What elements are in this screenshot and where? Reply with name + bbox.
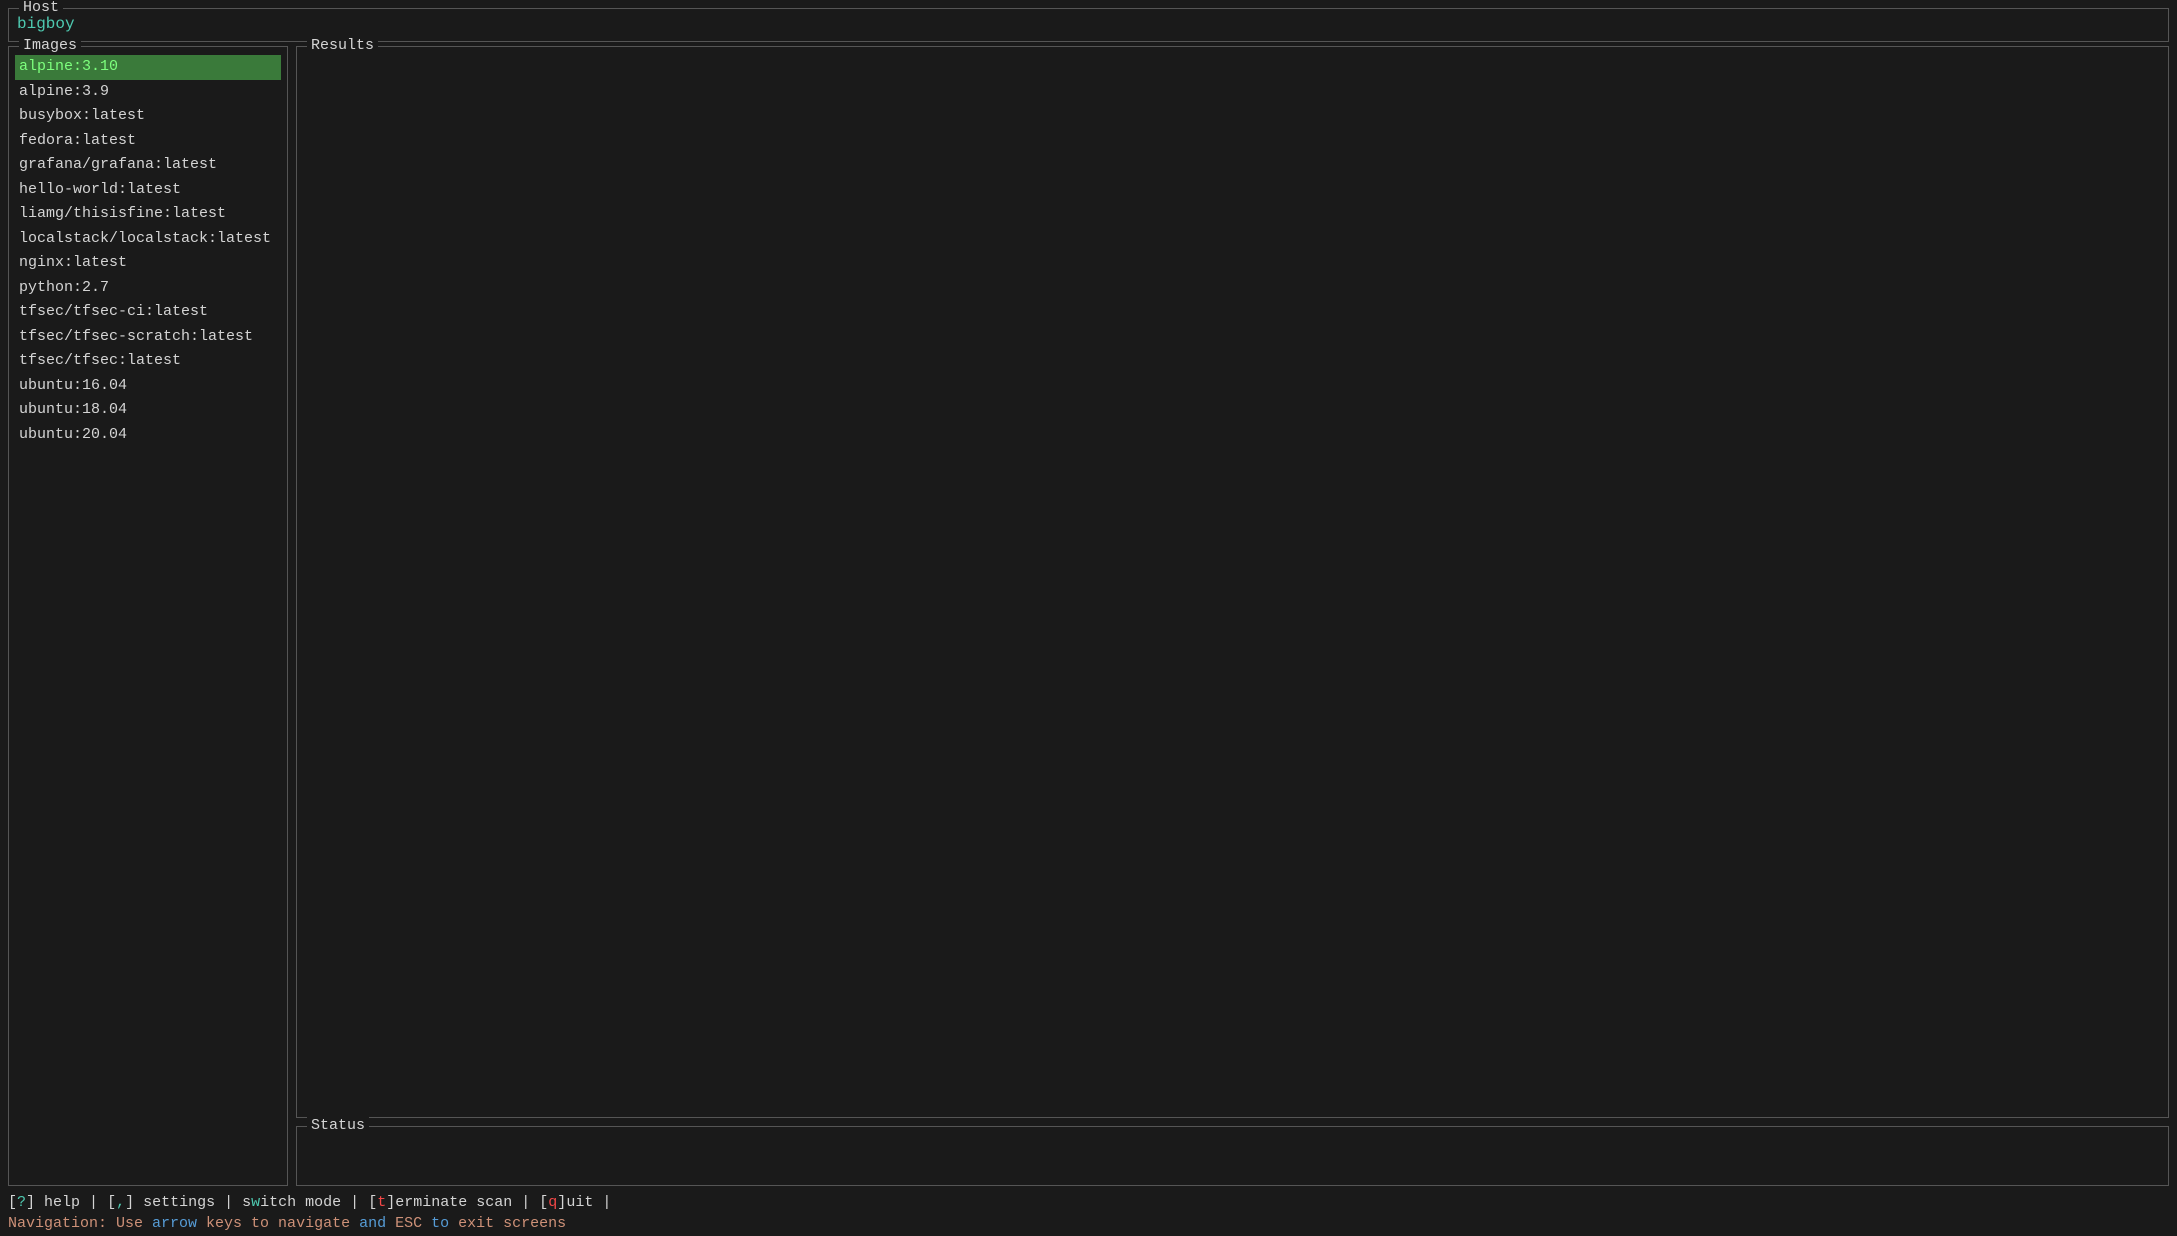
image-item[interactable]: python:2.7 <box>15 276 281 301</box>
bottom-bar: [?] help | [,] settings | switch mode | … <box>0 1186 2177 1236</box>
image-item[interactable]: alpine:3.9 <box>15 80 281 105</box>
terminate-label: erminate scan | <box>395 1194 539 1211</box>
host-label: Host <box>19 0 63 16</box>
image-item[interactable]: ubuntu:18.04 <box>15 398 281 423</box>
image-item[interactable]: liamg/thisisfine:latest <box>15 202 281 227</box>
image-item[interactable]: localstack/localstack:latest <box>15 227 281 252</box>
terminate-bracket-open: [ <box>368 1194 377 1211</box>
shortcuts-line: [?] help | [,] settings | switch mode | … <box>8 1194 2169 1211</box>
navigation-line: Navigation: Use arrow keys to navigate a… <box>8 1215 2169 1232</box>
quit-bracket-open: [ <box>539 1194 548 1211</box>
image-item[interactable]: tfsec/tfsec:latest <box>15 349 281 374</box>
terminate-key: t <box>377 1194 386 1211</box>
results-label: Results <box>307 37 378 54</box>
images-label: Images <box>19 37 81 54</box>
quit-bracket-close: ] <box>557 1194 566 1211</box>
settings-bracket-close: ] <box>125 1194 134 1211</box>
quit-key: q <box>548 1194 557 1211</box>
image-item[interactable]: busybox:latest <box>15 104 281 129</box>
image-item[interactable]: ubuntu:16.04 <box>15 374 281 399</box>
status-content <box>297 1127 2168 1143</box>
image-item[interactable]: grafana/grafana:latest <box>15 153 281 178</box>
switch-key: w <box>251 1194 260 1211</box>
image-item[interactable]: alpine:3.10 <box>15 55 281 80</box>
help-key: ? <box>17 1194 26 1211</box>
help-label: help | <box>35 1194 107 1211</box>
image-item[interactable]: ubuntu:20.04 <box>15 423 281 448</box>
help-bracket-close: ] <box>26 1194 35 1211</box>
nav-to: to <box>431 1215 449 1232</box>
host-name: bigboy <box>17 13 2160 33</box>
settings-bracket-open: [ <box>107 1194 116 1211</box>
nav-suffix: exit screens <box>449 1215 566 1232</box>
nav-middle2: ESC <box>386 1215 431 1232</box>
main-content: Images alpine:3.10alpine:3.9busybox:late… <box>8 46 2169 1186</box>
nav-prefix: Navigation: Use <box>8 1215 152 1232</box>
images-panel: Images alpine:3.10alpine:3.9busybox:late… <box>8 46 288 1186</box>
nav-middle1: keys to navigate <box>197 1215 359 1232</box>
images-list[interactable]: alpine:3.10alpine:3.9busybox:latestfedor… <box>9 47 287 1185</box>
quit-label: uit | <box>566 1194 611 1211</box>
image-item[interactable]: nginx:latest <box>15 251 281 276</box>
nav-and: and <box>359 1215 386 1232</box>
right-panels: Results Status <box>296 46 2169 1186</box>
terminate-bracket-close: ] <box>386 1194 395 1211</box>
image-item[interactable]: tfsec/tfsec-scratch:latest <box>15 325 281 350</box>
results-panel: Results <box>296 46 2169 1118</box>
switch-label: itch mode | <box>260 1194 368 1211</box>
image-item[interactable]: tfsec/tfsec-ci:latest <box>15 300 281 325</box>
nav-arrow: arrow <box>152 1215 197 1232</box>
results-content <box>297 47 2168 1117</box>
status-panel: Status <box>296 1126 2169 1186</box>
settings-label: settings | s <box>134 1194 251 1211</box>
image-item[interactable]: fedora:latest <box>15 129 281 154</box>
status-label: Status <box>307 1117 369 1134</box>
settings-key: , <box>116 1194 125 1211</box>
image-item[interactable]: hello-world:latest <box>15 178 281 203</box>
help-bracket-open: [ <box>8 1194 17 1211</box>
